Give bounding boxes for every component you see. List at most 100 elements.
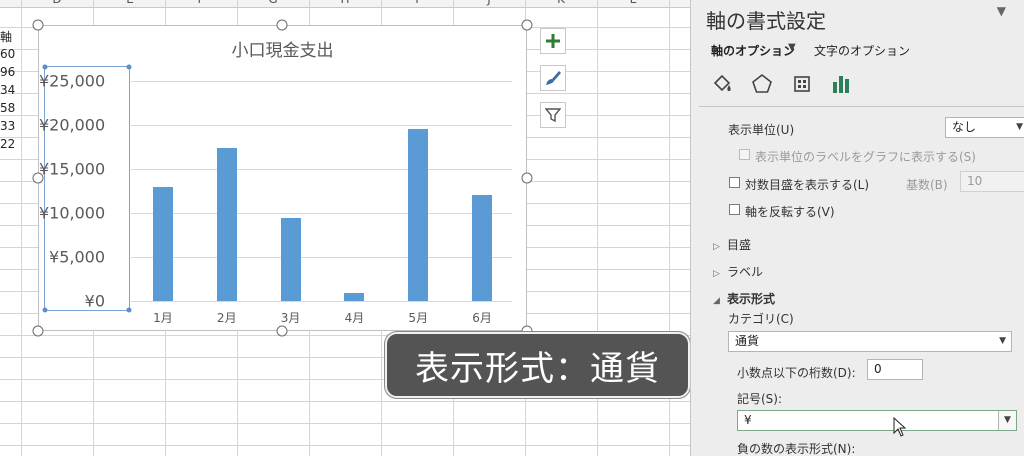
section-label: 表示形式 xyxy=(727,292,776,306)
chart-title[interactable]: 小口現金支出 xyxy=(39,36,526,61)
gridline xyxy=(131,125,512,126)
y-axis-tick-label[interactable]: ¥20,000 xyxy=(39,116,105,135)
base-label: 基数(B) xyxy=(906,178,948,192)
cell-fragment[interactable]: 22 xyxy=(0,137,15,151)
symbol-value: ¥ xyxy=(744,413,752,427)
chevron-down-icon: ▼ xyxy=(999,336,1006,346)
log-scale-label: 対数目盛を表示する(L) xyxy=(745,178,870,192)
section-label: 目盛 xyxy=(727,238,752,252)
tab-axis-options[interactable]: 軸のオプション xyxy=(711,42,795,59)
gridline xyxy=(131,169,512,170)
chevron-down-icon: ◢ xyxy=(713,296,720,306)
column-letter[interactable]: K xyxy=(557,0,565,6)
column-header: D E F G H I J K L xyxy=(0,0,690,8)
video-caption: 表示形式：通貨 xyxy=(385,332,690,398)
x-axis-tick-label[interactable]: 6月 xyxy=(472,309,492,326)
vertical-axis-selection[interactable] xyxy=(42,64,132,313)
column-letter[interactable]: J xyxy=(487,0,491,6)
bar-1[interactable] xyxy=(152,187,173,301)
bar-2[interactable] xyxy=(216,147,237,301)
cell-fragment[interactable]: 60 xyxy=(0,47,15,61)
axis-handle[interactable] xyxy=(42,64,48,70)
tab-text-options[interactable]: 文字のオプション xyxy=(814,42,910,59)
pane-menu-chevron-icon[interactable]: ▼ xyxy=(997,4,1006,18)
gridline xyxy=(131,301,512,302)
chart-resize-handle[interactable] xyxy=(32,325,44,337)
show-units-label-checkbox[interactable] xyxy=(739,149,750,160)
display-units-dropdown[interactable]: なし ▼ xyxy=(945,117,1024,138)
column-letter[interactable]: G xyxy=(268,0,277,6)
format-axis-pane[interactable]: 軸の書式設定 ▼ 軸のオプション ▼ 文字のオプション 表示単位(U) なし ▼… xyxy=(690,0,1024,456)
chart-resize-handle[interactable] xyxy=(32,172,44,184)
chart-resize-handle[interactable] xyxy=(276,19,288,31)
y-axis-tick-label[interactable]: ¥0 xyxy=(39,292,105,311)
y-axis-tick-label[interactable]: ¥10,000 xyxy=(39,204,105,223)
chart-resize-handle[interactable] xyxy=(521,172,533,184)
section-label: ラベル xyxy=(727,265,764,279)
column-letter[interactable]: I xyxy=(415,0,419,6)
gridline xyxy=(131,81,512,82)
cell-fragment[interactable]: 軸 xyxy=(0,28,12,45)
column-divider xyxy=(21,0,22,456)
cell-fragment[interactable]: 58 xyxy=(0,101,15,115)
category-dropdown[interactable]: 通貨 ▼ xyxy=(728,331,1012,352)
x-axis-tick-label[interactable]: 1月 xyxy=(153,309,173,326)
x-axis-tick-label[interactable]: 2月 xyxy=(217,309,237,326)
decimal-places-input[interactable]: 0 xyxy=(867,359,923,380)
reverse-axis-label: 軸を反転する(V) xyxy=(745,205,835,219)
cell-fragment[interactable]: 34 xyxy=(0,83,15,97)
bar-6[interactable] xyxy=(472,194,493,301)
decimal-places-label: 小数点以下の桁数(D): xyxy=(737,366,856,380)
axis-options-bars-icon[interactable] xyxy=(830,72,854,96)
chart-styles-button[interactable] xyxy=(540,65,566,91)
column-letter[interactable]: F xyxy=(198,0,205,6)
symbol-dropdown[interactable]: ¥ ▼ xyxy=(737,410,1017,431)
column-letter[interactable]: E xyxy=(126,0,134,6)
display-units-label: 表示単位(U) xyxy=(728,123,795,137)
funnel-icon xyxy=(545,108,561,123)
section-number-format[interactable]: ◢ 表示形式 xyxy=(713,290,775,307)
cell-fragment[interactable]: 33 xyxy=(0,119,15,133)
pane-separator xyxy=(699,106,1024,107)
log-scale-checkbox[interactable] xyxy=(729,177,740,188)
reverse-axis-checkbox[interactable] xyxy=(729,204,740,215)
section-labels[interactable]: ▷ ラベル xyxy=(713,263,763,280)
chevron-down-icon[interactable]: ▼ xyxy=(998,411,1016,430)
plus-icon xyxy=(546,34,560,48)
show-units-label-text: 表示単位のラベルをグラフに表示する(S) xyxy=(755,150,976,164)
chart-resize-handle[interactable] xyxy=(276,325,288,337)
chart-resize-handle[interactable] xyxy=(521,19,533,31)
paintbrush-icon xyxy=(546,71,561,85)
effects-pentagon-icon[interactable] xyxy=(750,72,774,96)
cell-fragment[interactable]: 96 xyxy=(0,65,15,79)
y-axis-tick-label[interactable]: ¥5,000 xyxy=(39,248,105,267)
bar-3[interactable] xyxy=(280,218,301,301)
column-letter[interactable]: D xyxy=(52,0,61,6)
gridline xyxy=(131,257,512,258)
category-label: カテゴリ(C) xyxy=(728,312,794,326)
section-tick-marks[interactable]: ▷ 目盛 xyxy=(713,236,751,253)
size-properties-icon[interactable] xyxy=(790,72,814,96)
column-letter[interactable]: H xyxy=(340,0,349,6)
base-input[interactable]: 10 xyxy=(960,171,1024,192)
axis-handle[interactable] xyxy=(126,64,132,70)
chevron-down-icon[interactable]: ▼ xyxy=(788,42,796,53)
chart-elements-button[interactable] xyxy=(540,28,566,54)
display-units-value: なし xyxy=(952,120,977,134)
y-axis-tick-label[interactable]: ¥25,000 xyxy=(39,72,105,91)
x-axis-tick-label[interactable]: 4月 xyxy=(345,309,365,326)
chart-filters-button[interactable] xyxy=(540,102,566,128)
gridline xyxy=(131,213,512,214)
mouse-cursor-icon xyxy=(893,417,907,437)
bar-5[interactable] xyxy=(408,129,429,301)
pane-title: 軸の書式設定 xyxy=(706,9,826,33)
bar-4[interactable] xyxy=(344,293,365,301)
y-axis-tick-label[interactable]: ¥15,000 xyxy=(39,160,105,179)
column-letter[interactable]: L xyxy=(630,0,637,6)
fill-line-icon[interactable] xyxy=(711,72,735,96)
chart-area[interactable]: 小口現金支出 ¥0 ¥5,000 ¥10,000 ¥15,000 ¥20,000 ¥25,… xyxy=(38,25,527,331)
x-axis-tick-label[interactable]: 3月 xyxy=(281,309,301,326)
x-axis-tick-label[interactable]: 5月 xyxy=(408,309,428,326)
chart-resize-handle[interactable] xyxy=(32,19,44,31)
axis-handle[interactable] xyxy=(126,307,132,313)
